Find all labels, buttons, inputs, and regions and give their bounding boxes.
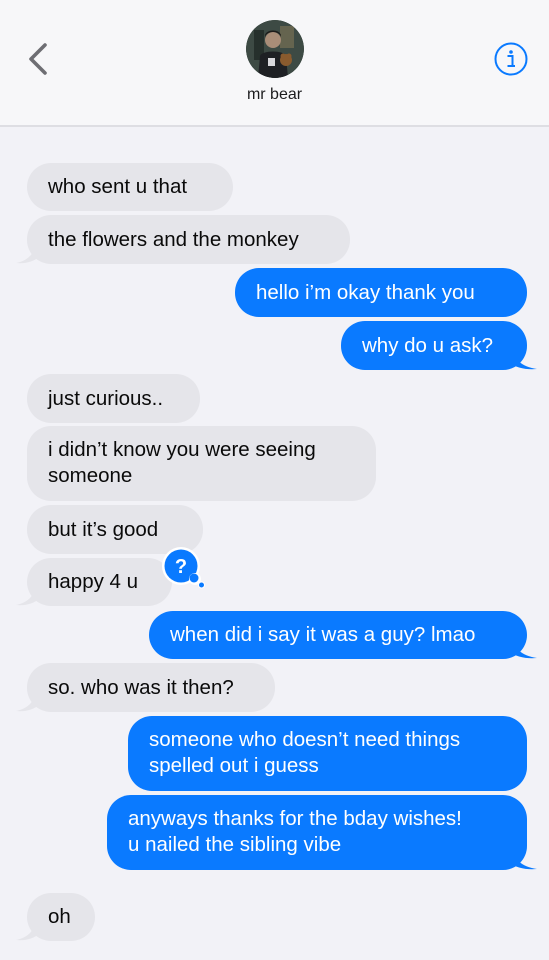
message-text: oh — [48, 905, 71, 928]
message-text: so. who was it then? — [48, 675, 234, 699]
bubble-tail — [16, 690, 40, 712]
avatar[interactable] — [246, 20, 304, 78]
message-bubble-incoming[interactable]: who sent u that — [27, 163, 233, 211]
message-bubble-incoming[interactable]: so. who was it then? — [27, 663, 275, 712]
message-thread: who sent u that the flowers and the monk… — [0, 0, 549, 960]
message-text: hello i’m okay thank you — [256, 280, 475, 304]
message-bubble-incoming[interactable]: i didn’t know you were seeing someone — [27, 426, 376, 501]
message-text: happy 4 u — [48, 570, 139, 593]
message-text-line: someone who doesn’t need things — [149, 728, 461, 751]
message-text: when did i say it was a guy? lmao — [170, 623, 476, 646]
reaction-glyph: ? — [175, 556, 187, 578]
message-bubble-outgoing[interactable]: someone who doesn’t need things spelled … — [128, 716, 527, 791]
message-bubble-outgoing[interactable]: anyways thanks for the bday wishes! u na… — [107, 795, 527, 870]
message-text: just curious.. — [48, 386, 164, 410]
chevron-left-icon[interactable] — [26, 42, 50, 76]
message-text: the flowers and the monkey — [48, 227, 299, 251]
message-text: why do u ask? — [362, 333, 494, 357]
message-text-line: someone — [48, 464, 133, 487]
info-circle-icon[interactable] — [494, 42, 528, 76]
bubble-tail — [16, 584, 40, 606]
message-text: but it’s good — [48, 517, 159, 541]
message-text-line: spelled out i guess — [149, 754, 319, 777]
conversation-header: mr bear — [0, 0, 549, 127]
message-text-line: anyways thanks for the bday wishes! — [128, 807, 462, 830]
bubble-tail — [16, 242, 40, 264]
message-bubble-incoming[interactable]: happy 4 u — [27, 558, 172, 606]
message-bubble-outgoing[interactable]: hello i’m okay thank you — [235, 268, 527, 317]
message-bubble-incoming[interactable]: just curious.. — [27, 374, 200, 423]
bubble-tail — [509, 637, 537, 659]
message-text-line: i didn’t know you were seeing — [48, 438, 316, 461]
message-text: who sent u that — [48, 175, 188, 198]
message-bubble-outgoing[interactable]: when did i say it was a guy? lmao — [149, 611, 527, 659]
message-bubble-incoming[interactable]: the flowers and the monkey — [27, 215, 350, 264]
contact-name[interactable]: mr bear — [0, 86, 549, 104]
message-text-line: u nailed the sibling vibe — [128, 833, 342, 856]
bubble-tail — [16, 919, 40, 941]
bubble-tail — [509, 848, 537, 870]
bubble-tail — [509, 348, 537, 370]
question-mark-reaction-icon[interactable]: ? — [162, 546, 208, 590]
message-bubble-outgoing[interactable]: why do u ask? — [341, 321, 527, 370]
